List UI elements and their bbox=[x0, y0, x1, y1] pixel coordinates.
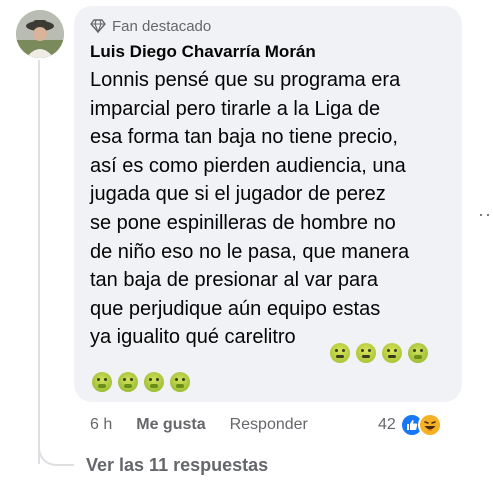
inline-emoji-row bbox=[330, 343, 428, 363]
reaction-summary[interactable]: 42 bbox=[378, 410, 442, 440]
reply-button[interactable]: Responder bbox=[230, 416, 308, 434]
badge-label: Fan destacado bbox=[112, 17, 212, 35]
haha-icon bbox=[417, 413, 442, 437]
like-button[interactable]: Me gusta bbox=[136, 416, 205, 434]
second-emoji-row bbox=[92, 372, 190, 392]
nauseated-face-icon bbox=[408, 343, 428, 363]
comment-actions: 6 h Me gusta Responder bbox=[90, 414, 308, 436]
sick-face-icon bbox=[330, 343, 350, 363]
comment-author[interactable]: Luis Diego Chavarría Morán bbox=[90, 42, 316, 62]
comment-timestamp[interactable]: 6 h bbox=[90, 416, 112, 434]
sick-face-icon bbox=[382, 343, 402, 363]
thread-connector bbox=[38, 430, 74, 466]
diamond-icon bbox=[90, 19, 106, 34]
nauseated-face-icon bbox=[118, 372, 138, 392]
nauseated-face-icon bbox=[170, 372, 190, 392]
avatar-photo-icon bbox=[16, 10, 64, 58]
view-replies-link[interactable]: Ver las 11 respuestas bbox=[86, 455, 268, 476]
nauseated-face-icon bbox=[92, 372, 112, 392]
top-fan-badge: Fan destacado bbox=[90, 16, 211, 36]
nauseated-face-icon bbox=[144, 372, 164, 392]
more-options-icon[interactable]: ·· bbox=[478, 204, 492, 225]
reaction-count: 42 bbox=[378, 416, 396, 433]
sick-face-icon bbox=[356, 343, 376, 363]
comment-text: Lonnis pensé que su programa era imparci… bbox=[90, 69, 410, 349]
thread-line bbox=[38, 60, 40, 464]
avatar[interactable] bbox=[16, 10, 64, 58]
